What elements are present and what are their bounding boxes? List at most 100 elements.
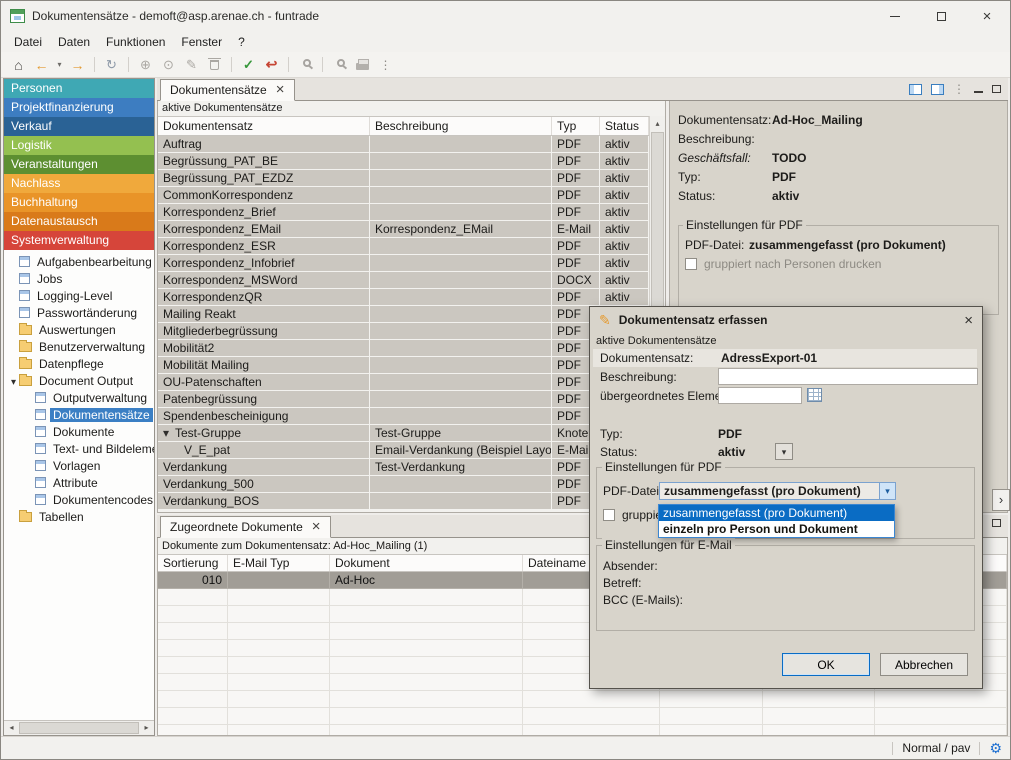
menu-item[interactable]: ? [230, 33, 253, 51]
scroll-up-button[interactable] [650, 116, 665, 131]
record-button[interactable] [158, 55, 179, 75]
pdf-datei-combobox[interactable]: zusammengefasst (pro Dokument) [659, 482, 896, 500]
table-row-v-e-pat[interactable]: V_E_patEmail-Verdankung (Beispiel LayouE… [158, 442, 649, 459]
dialog-close-button[interactable] [964, 312, 973, 329]
table-row-mailing-reakt[interactable]: Mailing ReaktPDFaktiv [158, 306, 649, 323]
back-history-dropdown[interactable] [54, 55, 65, 75]
search-button[interactable] [295, 55, 316, 75]
tab-dokumentensaetze[interactable]: Dokumentensätze [160, 79, 295, 101]
column-header-status[interactable]: Status [600, 117, 649, 135]
empty-row[interactable] [158, 708, 1007, 725]
tree-item-dokumentencodes[interactable]: Dokumentencodes [4, 491, 154, 508]
panel-maximize-icon[interactable] [992, 519, 1001, 527]
advanced-search-button[interactable] [329, 55, 350, 75]
column-header-email-typ[interactable]: E-Mail Typ [228, 555, 330, 571]
tab-close-icon[interactable] [312, 522, 321, 532]
dropdown-option-zusammengefasst[interactable]: zusammengefasst (pro Dokument) [659, 505, 894, 521]
tree-item-text-und-bildeleme[interactable]: Text- und Bildeleme [4, 440, 154, 457]
table-row-korrespondenz-brief[interactable]: Korrespondenz_BriefPDFaktiv [158, 204, 649, 221]
ok-button[interactable]: OK [782, 653, 870, 676]
dock-left-icon[interactable] [909, 84, 922, 95]
scroll-right-button[interactable] [139, 721, 154, 735]
empty-row[interactable] [158, 691, 1007, 708]
tree-item-jobs[interactable]: Jobs [4, 270, 154, 287]
tree-item-auswertungen[interactable]: Auswertungen [4, 321, 154, 338]
sidebar-category-personen[interactable]: Personen [4, 79, 154, 98]
tree-item-logging-level[interactable]: Logging-Level [4, 287, 154, 304]
table-row-begrüssung-pat-ezdz[interactable]: Begrüssung_PAT_EZDZPDFaktiv [158, 170, 649, 187]
uebergeordnetes-element-input[interactable] [718, 387, 802, 404]
menu-daten[interactable]: Daten [50, 33, 98, 51]
tree-item-datenpflege[interactable]: Datenpflege [4, 355, 154, 372]
close-button[interactable] [964, 1, 1010, 31]
column-header-dokumentensatz[interactable]: Dokumentensatz [158, 117, 370, 135]
table-row-ou-patenschaften[interactable]: OU-PatenschaftenPDFaktiv [158, 374, 649, 391]
tree-item-passwortänderung[interactable]: Passwortänderung [4, 304, 154, 321]
gear-icon[interactable] [989, 740, 1002, 757]
refresh-button[interactable] [101, 55, 122, 75]
panel-minimize-icon[interactable] [974, 91, 983, 93]
table-row-korrespondenz-email[interactable]: Korrespondenz_EMailKorrespondenz_EMailE-… [158, 221, 649, 238]
tab-close-icon[interactable] [276, 85, 285, 95]
sidebar-category-projektfinanzierung[interactable]: Projektfinanzierung [4, 98, 154, 117]
scroll-thumb[interactable] [19, 722, 139, 734]
table-row-mobilität2[interactable]: Mobilität2PDFaktiv [158, 340, 649, 357]
home-button[interactable] [8, 55, 29, 75]
empty-row[interactable] [158, 725, 1007, 736]
table-row-verdankung-bos[interactable]: Verdankung_BOSPDFaktiv [158, 493, 649, 510]
tree-item-outputverwaltung[interactable]: Outputverwaltung [4, 389, 154, 406]
edit-button[interactable] [181, 55, 202, 75]
tree-item-attribute[interactable]: Attribute [4, 474, 154, 491]
combobox-arrow-button[interactable] [879, 483, 895, 499]
caret-down-icon[interactable] [8, 374, 19, 388]
gruppiert-checkbox[interactable] [685, 258, 697, 270]
lookup-table-icon[interactable] [807, 388, 822, 402]
sidebar-category-datenaustausch[interactable]: Datenaustausch [4, 212, 154, 231]
add-button[interactable] [135, 55, 156, 75]
tree-item-vorlagen[interactable]: Vorlagen [4, 457, 154, 474]
column-header-beschreibung[interactable]: Beschreibung [370, 117, 552, 135]
table-row-korrespondenz-msword[interactable]: Korrespondenz_MSWordDOCXaktiv [158, 272, 649, 289]
table-row-mobilität-mailing[interactable]: Mobilität MailingPDFaktiv [158, 357, 649, 374]
undo-button[interactable] [261, 55, 282, 75]
sidebar-category-buchhaltung[interactable]: Buchhaltung [4, 193, 154, 212]
dock-right-icon[interactable] [931, 84, 944, 95]
menu-datei[interactable]: Datei [6, 33, 50, 51]
table-row-spendenbescheinigung[interactable]: SpendenbescheinigungPDFaktiv [158, 408, 649, 425]
tree-item-benutzerverwaltung[interactable]: Benutzerverwaltung [4, 338, 154, 355]
table-row-patenbegrüssung[interactable]: PatenbegrüssungPDFaktiv [158, 391, 649, 408]
table-row-auftrag[interactable]: AuftragPDFaktiv [158, 136, 649, 153]
minimize-button[interactable] [872, 1, 918, 31]
toolbar-overflow-button[interactable] [375, 55, 396, 75]
print-button[interactable] [352, 55, 373, 75]
dropdown-option-einzeln[interactable]: einzeln pro Person und Dokument [659, 521, 894, 537]
column-header-typ[interactable]: Typ [552, 117, 600, 135]
status-dropdown-button[interactable] [775, 443, 793, 460]
table-row-korrespondenz-esr[interactable]: Korrespondenz_ESRPDFaktiv [158, 238, 649, 255]
tree-item-tabellen[interactable]: Tabellen [4, 508, 154, 525]
table-row-begrüssung-pat-be[interactable]: Begrüssung_PAT_BEPDFaktiv [158, 153, 649, 170]
panel-maximize-icon[interactable] [992, 85, 1001, 93]
column-header-dokument[interactable]: Dokument [330, 555, 523, 571]
beschreibung-input[interactable] [718, 368, 978, 385]
table-row-korrespondenzqr[interactable]: KorrespondenzQRPDFaktiv [158, 289, 649, 306]
table-row-commonkorrespondenz[interactable]: CommonKorrespondenzPDFaktiv [158, 187, 649, 204]
table-row-mitgliederbegrüssung[interactable]: MitgliederbegrüssungPDFaktiv [158, 323, 649, 340]
panel-menu-icon[interactable] [953, 82, 965, 96]
menu-fenster[interactable]: Fenster [173, 33, 230, 51]
sidebar-category-systemverwaltung[interactable]: Systemverwaltung [4, 231, 154, 250]
expand-panel-button[interactable] [992, 489, 1010, 511]
tree-item-document-output[interactable]: Document Output [4, 372, 154, 389]
tree-item-aufgabenbearbeitung[interactable]: Aufgabenbearbeitung [4, 253, 154, 270]
delete-button[interactable] [204, 55, 225, 75]
column-header-sortierung[interactable]: Sortierung [158, 555, 228, 571]
gruppiert-checkbox[interactable] [603, 509, 615, 521]
maximize-button[interactable] [918, 1, 964, 31]
tree-item-dokumente[interactable]: Dokumente [4, 423, 154, 440]
scroll-left-button[interactable] [4, 721, 19, 735]
table-row-verdankung[interactable]: VerdankungTest-VerdankungPDFaktiv [158, 459, 649, 476]
sidebar-category-logistik[interactable]: Logistik [4, 136, 154, 155]
sidebar-category-verkauf[interactable]: Verkauf [4, 117, 154, 136]
tree-item-dokumentensätze[interactable]: Dokumentensätze [4, 406, 154, 423]
table-row-test-gruppe[interactable]: Test-GruppeTest-GruppeKnoteaktiv [158, 425, 649, 442]
